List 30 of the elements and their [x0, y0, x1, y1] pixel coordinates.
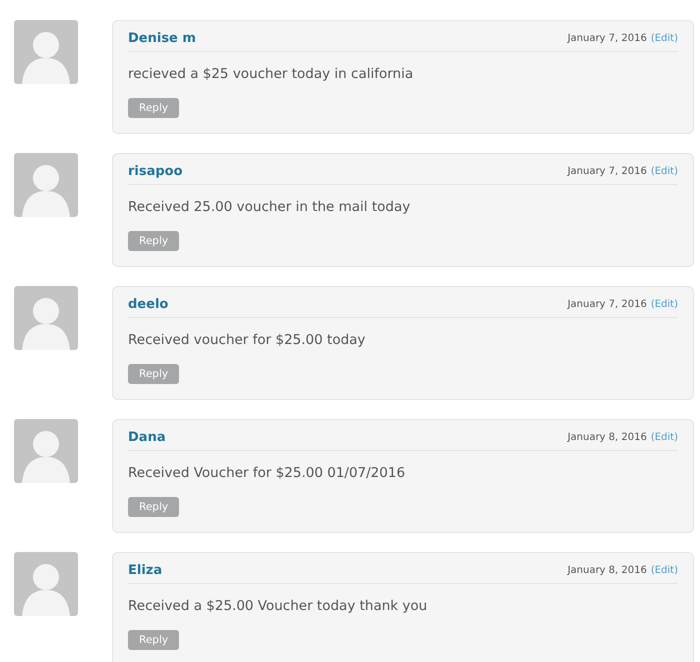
avatar-icon	[14, 20, 78, 84]
comment-date: January 8, 2016	[568, 565, 647, 576]
comment-author: Eliza	[128, 563, 162, 578]
comment-date: January 8, 2016	[568, 432, 647, 443]
edit-link[interactable]: (Edit)	[650, 33, 678, 44]
comment-author: Dana	[128, 430, 166, 445]
reply-button[interactable]: Reply	[128, 364, 180, 384]
comment-date: January 7, 2016	[568, 33, 647, 44]
avatar-icon	[14, 153, 78, 217]
edit-link[interactable]: (Edit)	[650, 565, 678, 576]
comment-text: Received a $25.00 Voucher today thank you	[128, 598, 428, 614]
comment-author: Denise m	[128, 31, 196, 46]
comment-text: Received Voucher for $25.00 01/07/2016	[128, 465, 406, 481]
comment-author: deelo	[128, 297, 168, 312]
edit-link[interactable]: (Edit)	[650, 299, 678, 310]
reply-button[interactable]: Reply	[128, 231, 180, 251]
comment-date: January 7, 2016	[568, 166, 647, 177]
comment-text: Received 25.00 voucher in the mail today	[128, 199, 412, 215]
edit-link[interactable]: (Edit)	[650, 166, 678, 177]
comment-author: risapoo	[128, 164, 183, 179]
reply-button[interactable]: Reply	[128, 497, 180, 517]
avatar-icon	[14, 286, 78, 350]
reply-button[interactable]: Reply	[128, 98, 180, 118]
avatar-icon	[14, 552, 78, 616]
comment-date: January 7, 2016	[568, 299, 647, 310]
avatar-icon	[14, 419, 78, 483]
comment-text: Received voucher for $25.00 today	[128, 332, 366, 348]
edit-link[interactable]: (Edit)	[650, 432, 678, 443]
comment-text: recieved a $25 voucher today in california	[128, 66, 414, 82]
reply-button[interactable]: Reply	[128, 630, 180, 650]
